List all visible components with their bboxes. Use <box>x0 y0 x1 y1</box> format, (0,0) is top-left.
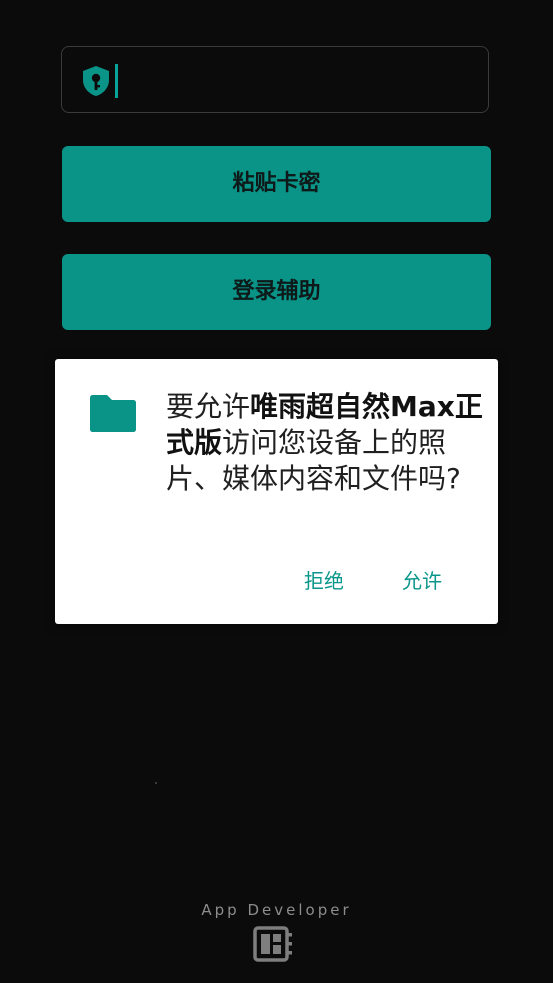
card-key-input[interactable] <box>122 59 476 103</box>
login-assist-button[interactable]: 登录辅助 <box>62 254 491 330</box>
permission-message: 要允许唯雨超自然Max正式版访问您设备上的照片、媒体内容和文件吗? <box>166 389 486 497</box>
permission-dialog: 要允许唯雨超自然Max正式版访问您设备上的照片、媒体内容和文件吗? 拒绝 允许 <box>55 359 498 624</box>
text-cursor <box>115 64 118 98</box>
app-screen: 粘贴卡密 登录辅助 要允许唯雨超自然Max正式版访问您设备上的照片、媒体内容和文… <box>0 0 553 983</box>
allow-button[interactable]: 允许 <box>402 563 442 599</box>
paste-card-key-button[interactable]: 粘贴卡密 <box>62 146 491 222</box>
speck <box>155 782 157 784</box>
shield-key-icon <box>83 66 109 96</box>
footer-label: App Developer <box>201 901 352 919</box>
developer-board-icon <box>253 926 292 962</box>
folder-icon <box>90 395 136 432</box>
deny-button[interactable]: 拒绝 <box>304 563 344 599</box>
card-key-field[interactable] <box>61 46 489 113</box>
message-prefix: 要允许 <box>166 390 251 423</box>
